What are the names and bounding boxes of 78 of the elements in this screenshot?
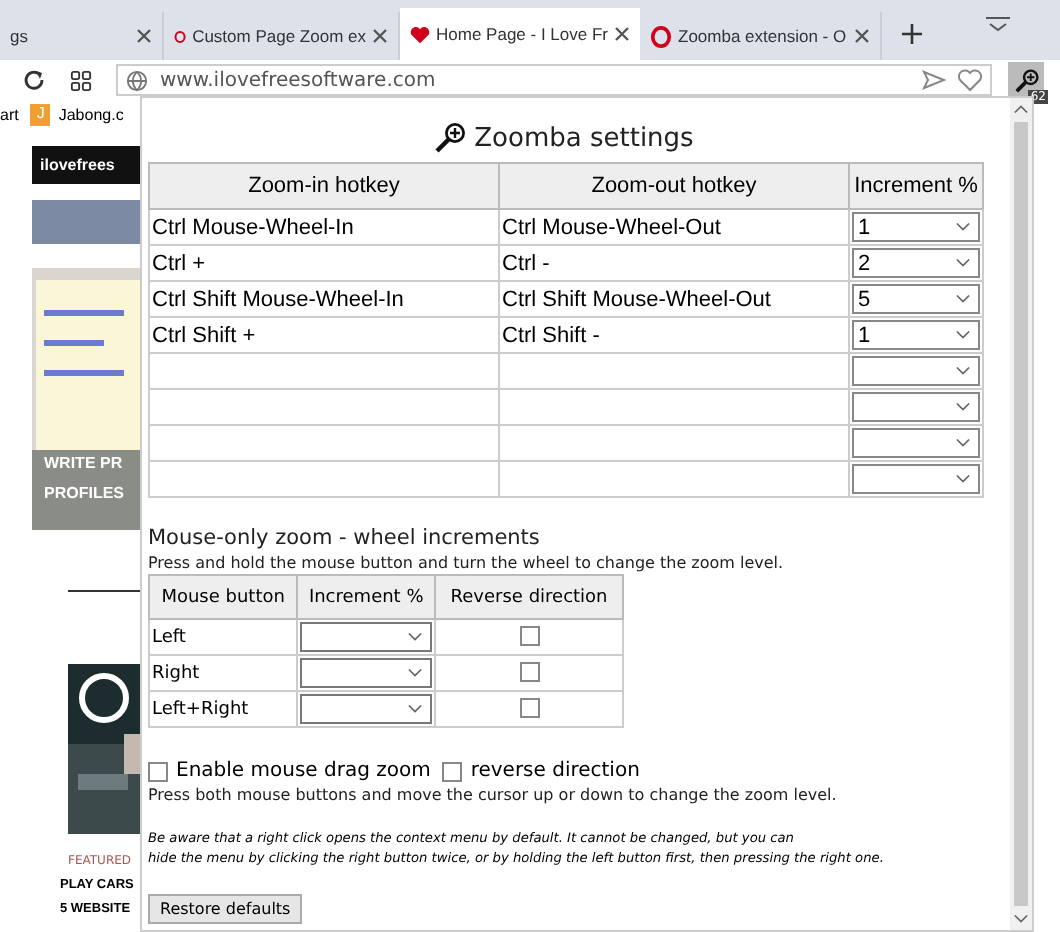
increment-select[interactable]: 1 [852,320,980,350]
bookmark-link[interactable]: Jabong.c [58,105,124,123]
reverse-checkbox[interactable] [519,626,540,647]
grid-icon[interactable] [70,69,92,91]
close-icon[interactable] [854,28,870,44]
increment-select[interactable]: 5 [852,284,980,314]
caret-icon [408,668,423,678]
tab-menu-icon[interactable] [986,16,1010,32]
hint-text: Press and hold the mouse button and turn the wheel to change the zoom level. [148,554,786,572]
checkbox-label: Enable mouse drag zoom [176,760,431,782]
browser-tab[interactable]: Zoomba extension - O [640,12,882,60]
reload-icon[interactable] [22,68,46,92]
mouse-button-cell: Right [152,663,200,683]
caret-icon [956,294,970,304]
column-header: Reverse direction [435,575,623,619]
restore-defaults-button[interactable]: Restore defaults [148,894,303,924]
banner-text: WRITE PR [44,454,125,472]
caret-icon [956,438,970,448]
popup-title: Zoomba settings [474,123,694,153]
increment-select[interactable] [300,694,433,724]
increment-select[interactable]: 2 [852,248,980,278]
browser-tab[interactable]: gs [0,12,164,60]
reverse-checkbox[interactable] [442,761,463,781]
column-header: Zoom-in hotkey [149,163,499,209]
hotkey-cell: Ctrl Shift Mouse-Wheel-In [152,287,404,311]
heart-icon [410,23,431,45]
hotkey-cell: Ctrl + [152,251,206,275]
hotkey-cell: Ctrl Shift Mouse-Wheel-Out [502,287,771,311]
caret-icon [956,222,970,232]
send-icon[interactable] [922,70,946,90]
increment-select[interactable] [300,658,433,688]
new-tab-icon[interactable] [902,24,922,44]
bookmark-link[interactable]: art [0,105,19,123]
close-icon[interactable] [136,28,152,44]
hint-text: Press both mouse buttons and move the cursor up or down to change the zoom level. [148,786,839,804]
caret-icon [956,474,970,484]
caret-icon [956,258,970,268]
increment-select[interactable] [852,428,980,458]
scrollbar[interactable] [1010,98,1032,930]
hotkey-cell: Ctrl - [502,251,550,275]
close-icon[interactable] [372,28,388,44]
heart-outline-icon[interactable] [958,68,982,92]
drag-zoom-checkbox[interactable] [148,761,168,781]
increment-select[interactable] [300,622,433,652]
column-header: Mouse button [149,575,298,619]
section-heading: Mouse-only zoom - wheel increments [148,526,542,550]
hotkey-cell: Ctrl Mouse-Wheel-In [152,215,354,239]
scroll-down-icon[interactable] [1014,914,1028,924]
column-header: Zoom-out hotkey [499,163,849,209]
mouse-button-cell: Left [152,627,186,647]
reverse-checkbox[interactable] [519,698,540,719]
reverse-checkbox[interactable] [519,662,540,683]
increment-select[interactable] [852,464,980,494]
column-header: Increment % [849,163,983,209]
column-header: Increment % [297,575,436,619]
banner-text: PROFILES [44,484,125,502]
increment-select[interactable] [852,356,980,386]
caret-icon [408,632,423,642]
caret-icon [408,704,423,714]
checkbox-label: reverse direction [470,760,640,782]
zoom-in-icon [434,122,467,154]
caret-icon [956,366,970,376]
site-logo: ilovefrees [32,146,144,184]
hotkey-cell: Ctrl Mouse-Wheel-Out [502,215,721,239]
globe-icon [126,69,148,91]
hotkey-cell: Ctrl Shift + [152,323,256,347]
mouse-button-cell: Left+Right [152,699,249,719]
hotkey-cell: Ctrl Shift - [502,323,600,347]
caret-icon [956,330,970,340]
zoom-in-icon [1013,67,1039,93]
scroll-up-icon[interactable] [1014,104,1028,114]
bookmark-icon: J [30,103,51,125]
close-icon[interactable] [614,26,630,42]
caret-icon [956,402,970,412]
increment-select[interactable]: 1 [852,212,980,242]
increment-select[interactable] [852,392,980,422]
address-field[interactable]: www.ilovefreesoftware.com [116,64,992,96]
browser-tab[interactable]: Home Page - I Love Fr [400,8,640,60]
